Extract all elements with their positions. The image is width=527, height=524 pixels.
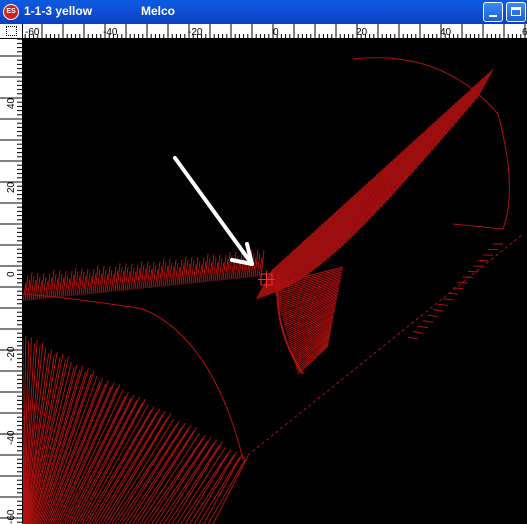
h-ruler-label: 60 [522,27,527,38]
app-title: Melco [141,4,176,18]
stitch-line [412,331,424,334]
es-logo-icon[interactable]: ES [3,4,19,20]
stitch-line [437,303,449,306]
grid-toggle-icon [6,26,17,36]
origin-marker-icon[interactable] [258,271,275,288]
h-ruler-label: -40 [103,27,118,38]
stitch-line [297,344,329,373]
stitch-line [462,276,474,278]
h-ruler-label: 20 [356,27,368,38]
stitch-line [189,454,235,524]
v-ruler-label: -20 [6,346,17,361]
h-ruler-label: 0 [273,27,279,38]
v-ruler-label: -40 [6,430,17,445]
stitch-line [432,309,444,312]
horizontal-ruler-scale: -60 -40 -20 0 20 40 60 [20,24,527,39]
stitch-line [465,75,487,112]
stitch-line [472,265,484,267]
arrow-icon [173,156,254,266]
v-ruler-label: 40 [6,97,17,109]
h-ruler-label: -60 [25,27,40,38]
stitch-line [296,342,329,371]
stitch-preview [22,57,524,524]
maximize-icon [511,7,521,16]
ruler-corner[interactable] [0,24,23,39]
stitch-line [33,363,78,524]
stitch-line [417,325,429,329]
stitch-line [212,455,249,524]
stitch-line [467,270,479,273]
minimize-button[interactable] [483,2,503,22]
design-canvas[interactable] [22,39,527,524]
v-ruler-label: 0 [6,271,17,277]
design-window: ES 1-1-3 yellow Melco -60 -40 -20 0 20 4… [0,0,527,524]
vertical-ruler-scale: 40 20 0 -20 -40 -60 [0,34,23,524]
file-title: 1-1-3 yellow [24,4,93,18]
v-ruler-label: 20 [6,181,17,193]
horizontal-ruler[interactable]: -60 -40 -20 0 20 40 60 [20,24,527,39]
maximize-button[interactable] [506,2,526,22]
stitch-line [339,167,385,249]
stitch-line [396,122,435,191]
title-bar[interactable]: ES 1-1-3 yellow Melco [0,0,527,24]
v-ruler-label: -60 [6,509,17,524]
stitch-line [427,314,439,318]
stitch-line [407,336,419,340]
stitch-line [306,201,348,276]
stitch-line [377,136,420,211]
vertical-ruler[interactable]: 40 20 0 -20 -40 -60 [0,34,23,524]
stitch-line [297,345,329,375]
h-ruler-label: 40 [440,27,452,38]
stitch-line [203,453,243,524]
h-ruler-label: -20 [188,27,203,38]
stitch-paths [22,57,524,524]
stitch-line [422,320,434,323]
minimize-icon [489,15,497,17]
stitch-line [167,444,220,524]
stitch-line [442,298,454,301]
